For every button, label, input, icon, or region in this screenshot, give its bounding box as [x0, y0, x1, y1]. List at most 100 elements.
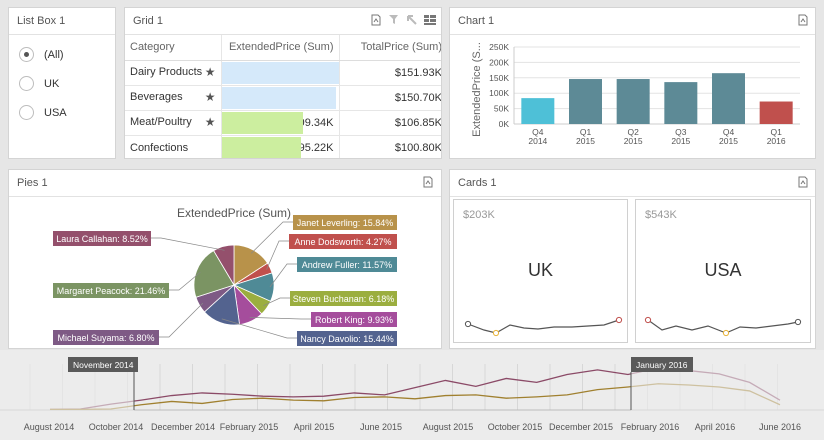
- range-end-label: January 2016: [631, 357, 693, 372]
- timeline-axis-label: August 2014: [23, 422, 75, 432]
- y-axis-label: ExtendedPrice (S...: [471, 42, 483, 137]
- table-row[interactable]: Dairy Products★$140.91K$151.93K: [125, 60, 442, 86]
- radio-button[interactable]: [19, 105, 34, 120]
- bar[interactable]: [712, 73, 745, 124]
- leader-line: [151, 237, 225, 251]
- sparkline: [464, 316, 623, 337]
- category-label: Beverages: [130, 91, 183, 103]
- column-layout-icon[interactable]: [424, 14, 436, 26]
- total-price-value: $150.70K: [394, 91, 442, 104]
- list-box-title: List Box 1: [17, 15, 66, 27]
- column-header-extended-price[interactable]: ExtendedPrice (Sum): [220, 35, 339, 61]
- pie-slice-label: Michael Suyama: 6.80%: [57, 333, 154, 343]
- pie-slice-label: Anne Dodsworth: 4.27%: [294, 237, 391, 247]
- pie-title: ExtendedPrice (Sum): [177, 206, 291, 220]
- total-price-cell: $100.80K: [338, 135, 442, 158]
- card-label: USA: [704, 260, 742, 280]
- card-value: $543K: [645, 209, 677, 221]
- pie-slice-label: Robert King: 9.93%: [315, 315, 393, 325]
- timeline-axis-label: June 2015: [359, 422, 403, 432]
- bar[interactable]: [616, 79, 650, 124]
- y-tick-label: 250K: [489, 42, 509, 52]
- list-item-usa[interactable]: USA: [19, 105, 67, 120]
- grid-panel: Grid 1 Category ExtendedPrice (Sum) Tota…: [124, 7, 442, 159]
- total-price-cell: $151.93K: [338, 60, 442, 86]
- timeline-axis-label: August 2015: [422, 422, 474, 432]
- bar-chart: 0K 50K 100K 150K 200K 250K ExtendedPrice (S...…: [471, 42, 800, 146]
- list-item-uk[interactable]: UK: [19, 76, 59, 91]
- grid-header-row: Category ExtendedPrice (Sum) TotalPrice …: [125, 35, 441, 61]
- x-tick-label: 2015: [624, 136, 643, 146]
- extended-price-cell: $138.71K: [220, 85, 339, 111]
- category-cell: Dairy Products ★: [125, 60, 221, 86]
- extended-price-cell: $140.91K: [220, 60, 339, 86]
- data-bar: [221, 61, 339, 84]
- timeline-axis-label: December 2015: [548, 422, 614, 432]
- data-bar: [221, 86, 337, 109]
- category-cell: Beverages ★: [125, 85, 221, 111]
- card-uk[interactable]: $203K UK: [453, 199, 628, 343]
- data-grid: Category ExtendedPrice (Sum) TotalPrice …: [125, 35, 442, 158]
- chart-title: Chart 1: [458, 15, 495, 27]
- export-icon[interactable]: [797, 14, 809, 26]
- x-tick-label: 2015: [671, 136, 690, 146]
- table-row[interactable]: Confections $95.22K $100.80K: [125, 135, 442, 158]
- star-icon: ★: [204, 65, 216, 79]
- category-label: Dairy Products: [130, 66, 203, 78]
- sparkline: [644, 316, 802, 337]
- pie-slice-label: Janet Leverling: 15.84%: [297, 218, 394, 228]
- y-tick-label: 50K: [494, 104, 509, 114]
- total-price-cell: $150.70K: [338, 85, 442, 111]
- pie-chart: ExtendedPrice (Sum) Janet Leverling: 15.8…: [53, 206, 397, 346]
- clear-filter-icon[interactable]: [388, 14, 400, 26]
- bar[interactable]: [521, 98, 555, 124]
- list-item-label: UK: [44, 77, 60, 90]
- leader-line: [159, 302, 204, 338]
- x-tick-label: 2015: [576, 136, 595, 146]
- bar[interactable]: [759, 101, 793, 124]
- timeline-axis-label: April 2015: [293, 422, 335, 432]
- data-bar: [221, 136, 302, 158]
- x-tick-label: 2015: [719, 136, 738, 146]
- export-icon[interactable]: [370, 14, 382, 26]
- list-item-label: (All): [44, 48, 64, 61]
- bar[interactable]: [664, 82, 698, 124]
- column-header-total-price[interactable]: TotalPrice (Sum): [338, 35, 441, 61]
- timeline-axis-label: October 2015: [487, 422, 543, 432]
- pies-title: Pies 1: [17, 177, 48, 189]
- cards-title: Cards 1: [458, 177, 497, 189]
- table-row[interactable]: Meat/Poultry ★ $99.34K $106.85K: [125, 110, 442, 136]
- pie-slice-label: Nancy Davolio: 15.44%: [300, 334, 394, 344]
- radio-button[interactable]: [19, 76, 34, 91]
- cards-panel: Cards 1 $203K UK $543K USA: [449, 169, 816, 349]
- list-item-all[interactable]: (All): [19, 47, 64, 62]
- timeline-axis-label: June 2016: [758, 422, 802, 432]
- export-icon[interactable]: [422, 176, 434, 188]
- total-price-value: $106.85K: [394, 116, 442, 129]
- pie-slice-label: Steven Buchanan: 6.18%: [293, 294, 395, 304]
- drill-up-icon[interactable]: [406, 14, 418, 26]
- pie-slice-label: Margaret Peacock: 21.46%: [57, 286, 166, 296]
- y-tick-label: 0K: [499, 119, 510, 129]
- pies-panel: Pies 1 ExtendedPrice (Sum) Janet Leverlin…: [8, 169, 442, 349]
- bar[interactable]: [569, 79, 602, 124]
- y-tick-label: 200K: [489, 57, 509, 67]
- leader-line: [249, 317, 311, 320]
- column-header-category[interactable]: Category: [125, 35, 221, 61]
- card-usa[interactable]: $543K USA: [635, 199, 811, 343]
- table-row[interactable]: Beverages ★ $138.71K $150.70K: [125, 85, 442, 111]
- card-label: UK: [527, 260, 553, 280]
- total-price-cell: $106.85K: [338, 110, 442, 136]
- total-price-value: $100.80K: [394, 141, 442, 154]
- category-label: Meat/Poultry: [130, 116, 192, 128]
- radio-button[interactable]: [19, 47, 34, 62]
- category-cell: Confections: [125, 135, 221, 158]
- timeline-axis-label: October 2014: [88, 422, 144, 432]
- timeline-axis-label: April 2016: [694, 422, 736, 432]
- export-icon[interactable]: [797, 176, 809, 188]
- total-price-value: $151.93K: [394, 66, 442, 79]
- category-label: Confections: [130, 141, 189, 154]
- extended-price-cell: $99.34K: [220, 110, 339, 136]
- range-filter[interactable]: August 2014 October 2014 December 2014 Febr…: [0, 350, 824, 440]
- y-tick-label: 150K: [489, 73, 509, 83]
